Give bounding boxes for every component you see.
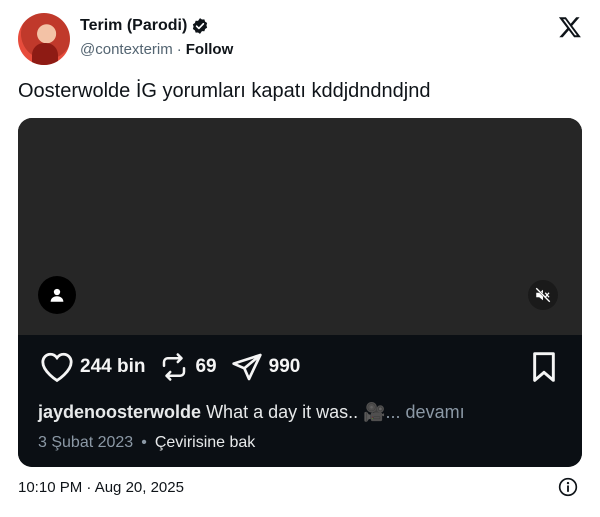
author-handle[interactable]: @contexterim	[80, 41, 173, 58]
heart-icon	[41, 352, 73, 383]
post-date: 3 Şubat 2023	[38, 434, 134, 451]
like-action[interactable]: 244 bin	[40, 351, 145, 383]
caption-more-link[interactable]: ... devamı	[386, 402, 465, 422]
tweet-text: Oosterwolde İG yorumları kapatı kddjdndn…	[18, 80, 431, 102]
share-count: 990	[268, 356, 301, 377]
mute-button[interactable]	[528, 280, 558, 310]
tweet-header: Terim (Parodi) @contexterim · Follow	[18, 13, 582, 65]
share-action[interactable]: 990	[231, 351, 301, 383]
caption-username[interactable]: jaydenoosterwolde	[38, 402, 201, 422]
repost-count: 69	[195, 356, 217, 377]
instagram-info-panel: 244 bin 69 990 jaydenoosterwolde What a …	[18, 335, 582, 467]
user-icon	[50, 288, 64, 302]
bookmark-icon[interactable]	[530, 351, 558, 383]
instagram-embed[interactable]: 244 bin 69 990 jaydenoosterwolde What a …	[18, 118, 582, 467]
post-caption: jaydenoosterwolde What a day it was.. 🎥.…	[38, 402, 465, 423]
author-handle-row: @contexterim · Follow	[80, 41, 233, 58]
follow-button[interactable]: Follow	[186, 41, 234, 58]
tweet-timestamp[interactable]: 10:10 PM · Aug 20, 2025	[18, 479, 184, 496]
repost-action[interactable]: 69	[159, 351, 217, 383]
info-icon[interactable]	[558, 477, 578, 497]
muted-speaker-icon	[535, 287, 551, 303]
x-logo-icon[interactable]	[558, 15, 582, 39]
author-display-name[interactable]: Terim (Parodi)	[80, 17, 187, 35]
repost-icon	[163, 353, 186, 381]
video-area[interactable]	[18, 118, 582, 335]
caption-text: What a day it was.. 🎥	[206, 402, 386, 422]
send-icon	[231, 353, 262, 381]
action-bar: 244 bin 69 990	[40, 351, 314, 383]
separator-dot: ·	[176, 41, 182, 58]
author-name-row: Terim (Parodi)	[80, 17, 209, 35]
translate-link[interactable]: Çevirisine bak	[155, 434, 255, 452]
tagged-users-button[interactable]	[38, 276, 76, 314]
meta-dot: •	[141, 434, 147, 451]
verified-badge-icon	[193, 18, 208, 34]
like-count: 244 bin	[80, 356, 146, 377]
author-avatar[interactable]	[18, 13, 70, 65]
post-meta: 3 Şubat 2023 • Çevirisine bak	[38, 434, 255, 452]
